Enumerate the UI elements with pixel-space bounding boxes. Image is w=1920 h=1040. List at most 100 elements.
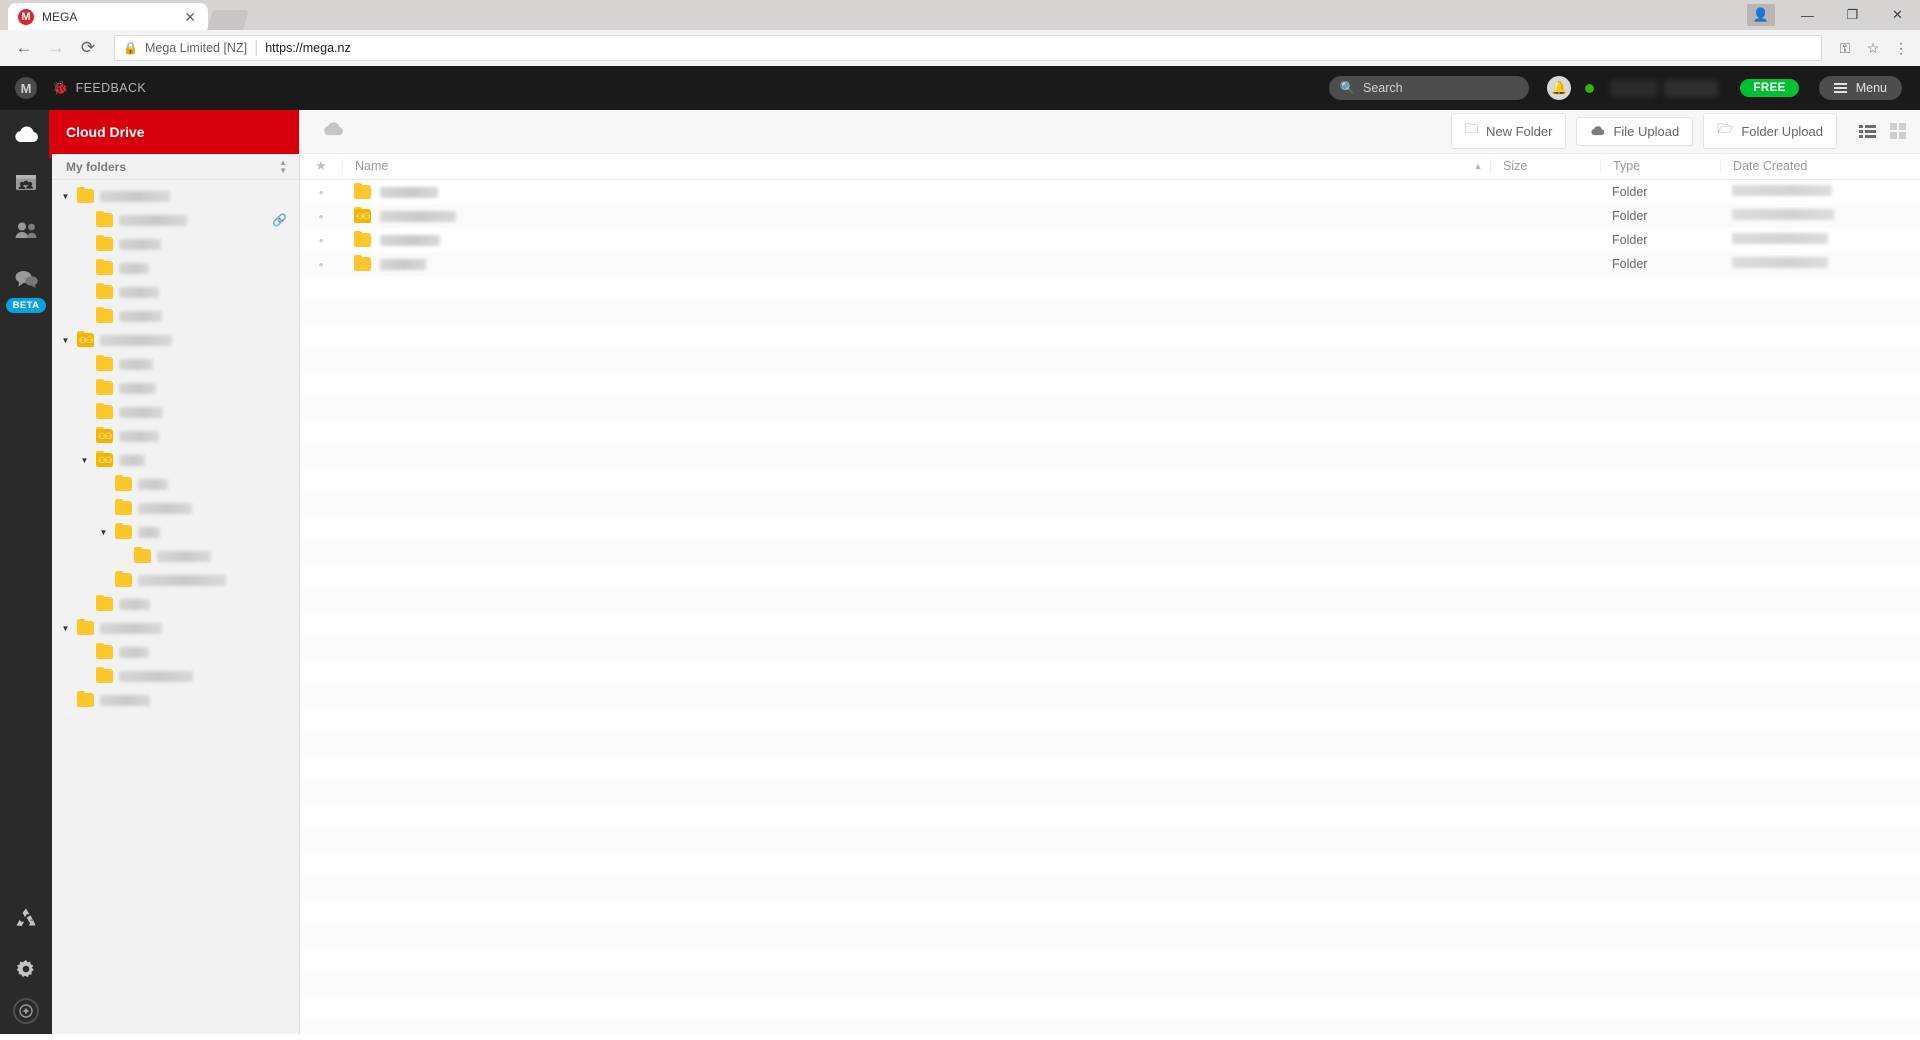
tree-item[interactable]: ▼ xyxy=(52,352,299,376)
table-row[interactable]: • Folder xyxy=(300,180,1920,204)
tree-item[interactable]: ▼⚇⚇ xyxy=(52,424,299,448)
bell-icon[interactable]: 🔔 xyxy=(1547,76,1572,100)
tree-item[interactable]: ▼ xyxy=(52,544,299,568)
empty-row xyxy=(300,372,1920,396)
folder-upload-button[interactable]: 🗁 Folder Upload xyxy=(1703,113,1837,150)
shared-folder-icon: ⚇⚇ xyxy=(354,207,371,224)
tab-strip: M MEGA ✕ 👤 — ❐ ✕ xyxy=(0,0,1920,30)
row-name-redacted xyxy=(380,258,426,270)
reload-icon[interactable]: ⟳ xyxy=(74,34,102,62)
shared-folder-icon: ⚇⚇ xyxy=(96,427,113,443)
star-icon[interactable]: ☆ xyxy=(1864,40,1882,57)
tree-item[interactable]: ▼⚇⚇ xyxy=(52,448,299,472)
sidebar-item-cloud-drive[interactable] xyxy=(0,110,52,158)
tree-item[interactable]: ▼ xyxy=(52,496,299,520)
omnibox-bar: ← → ⟳ 🔒 Mega Limited [NZ] | https://mega… xyxy=(0,30,1920,66)
table-row[interactable]: • Folder xyxy=(300,252,1920,277)
search-input[interactable]: 🔍 Search xyxy=(1329,76,1530,100)
help-icon[interactable] xyxy=(13,998,39,1024)
tree-item-label-redacted xyxy=(138,502,192,514)
menu-button[interactable]: Menu xyxy=(1818,76,1902,100)
minimize-icon[interactable]: — xyxy=(1785,0,1830,30)
page-title: Cloud Drive xyxy=(52,110,299,154)
tree-expand-caret[interactable]: ▼ xyxy=(98,528,109,537)
empty-row xyxy=(300,420,1920,444)
table-row[interactable]: • Folder xyxy=(300,228,1920,252)
tree-item[interactable]: ▼ xyxy=(52,640,299,664)
column-header-star[interactable]: ★ xyxy=(300,158,342,174)
empty-row xyxy=(300,804,1920,828)
window-close-icon[interactable]: ✕ xyxy=(1875,0,1920,30)
tree-expand-caret[interactable]: ▼ xyxy=(60,336,71,345)
tree-item[interactable]: ▼ xyxy=(52,256,299,280)
sort-updown-icon[interactable]: ▲ ▼ xyxy=(279,159,287,175)
sort-asc-icon[interactable]: ▲ xyxy=(1466,161,1490,171)
feedback-button[interactable]: 🐞 FEEDBACK xyxy=(52,80,146,96)
sidebar-item-shared[interactable] xyxy=(0,158,52,206)
tree-item[interactable]: ▼ xyxy=(52,592,299,616)
empty-row xyxy=(300,828,1920,853)
file-upload-button[interactable]: File Upload xyxy=(1576,116,1694,146)
browser-tab[interactable]: M MEGA ✕ xyxy=(8,3,208,30)
status-dot xyxy=(1585,83,1595,93)
tree-expand-caret[interactable]: ▼ xyxy=(60,192,71,201)
tree-item[interactable]: ▼ xyxy=(52,280,299,304)
sidebar-item-chat[interactable] xyxy=(0,254,52,302)
forward-icon[interactable]: → xyxy=(42,34,70,62)
sidebar-item-settings[interactable] xyxy=(0,946,52,994)
gear-icon xyxy=(16,960,34,978)
back-icon[interactable]: ← xyxy=(10,34,38,62)
address-separator: | xyxy=(254,39,259,56)
list-view-icon[interactable] xyxy=(1859,124,1876,138)
close-icon[interactable]: ✕ xyxy=(182,10,198,24)
new-tab-button[interactable] xyxy=(207,10,249,30)
tree-item[interactable]: ▼ xyxy=(52,472,299,496)
maximize-icon[interactable]: ❐ xyxy=(1830,0,1875,30)
key-icon[interactable]: ⚿ xyxy=(1836,40,1854,57)
row-favorite-dot[interactable]: • xyxy=(300,185,342,200)
address-bar[interactable]: 🔒 Mega Limited [NZ] | https://mega.nz xyxy=(114,35,1822,61)
tree-item[interactable]: ▼ xyxy=(52,520,299,544)
folder-icon xyxy=(115,523,132,539)
cloud-icon xyxy=(15,126,38,142)
table-row[interactable]: • ⚇⚇ Folder xyxy=(300,204,1920,229)
empty-row xyxy=(300,636,1920,661)
public-link-icon[interactable]: 🔗 xyxy=(272,213,287,227)
tree-item[interactable]: ▼ xyxy=(52,688,299,712)
tree-item[interactable]: ▼⚇⚇ xyxy=(52,328,299,352)
row-favorite-dot[interactable]: • xyxy=(300,257,342,272)
tree-item[interactable]: ▼ xyxy=(52,568,299,592)
folder-icon xyxy=(77,187,94,203)
tree-item[interactable]: ▼ xyxy=(52,304,299,328)
grid-view-icon[interactable] xyxy=(1890,123,1906,140)
folder-icon xyxy=(115,571,132,587)
sidebar-item-contacts[interactable] xyxy=(0,206,52,254)
tree-item[interactable]: ▼ xyxy=(52,616,299,640)
my-folders-header[interactable]: My folders ▲ ▼ xyxy=(52,154,299,180)
tree-item[interactable]: ▼🔗 xyxy=(52,208,299,232)
sidebar-item-rubbish-bin[interactable] xyxy=(0,894,52,942)
more-menu-icon[interactable]: ⋮ xyxy=(1892,40,1910,57)
tree-item[interactable]: ▼ xyxy=(52,664,299,688)
column-header-size[interactable]: Size xyxy=(1490,159,1600,174)
new-folder-button[interactable]: 🗀 New Folder xyxy=(1450,113,1567,150)
tree-item-label-redacted xyxy=(100,622,162,634)
column-header-date-created[interactable]: Date Created xyxy=(1720,159,1920,174)
tree-expand-caret[interactable]: ▼ xyxy=(60,624,71,633)
tree-item-label-redacted xyxy=(119,214,187,226)
tree-item[interactable]: ▼ xyxy=(52,232,299,256)
tree-item[interactable]: ▼ xyxy=(52,184,299,208)
status-badge[interactable]: FREE xyxy=(1740,79,1799,97)
folder-icon xyxy=(96,355,113,371)
profile-icon[interactable]: 👤 xyxy=(1747,4,1775,26)
column-header-name[interactable]: Name xyxy=(342,159,1466,174)
breadcrumb[interactable] xyxy=(322,120,344,142)
column-header-type[interactable]: Type xyxy=(1600,159,1720,174)
tree-item[interactable]: ▼ xyxy=(52,376,299,400)
mega-home-logo[interactable]: M xyxy=(0,77,52,99)
tree-expand-caret[interactable]: ▼ xyxy=(79,456,90,465)
row-favorite-dot[interactable]: • xyxy=(300,233,342,248)
mega-logo-icon: M xyxy=(18,8,34,25)
row-favorite-dot[interactable]: • xyxy=(300,209,342,224)
tree-item[interactable]: ▼ xyxy=(52,400,299,424)
